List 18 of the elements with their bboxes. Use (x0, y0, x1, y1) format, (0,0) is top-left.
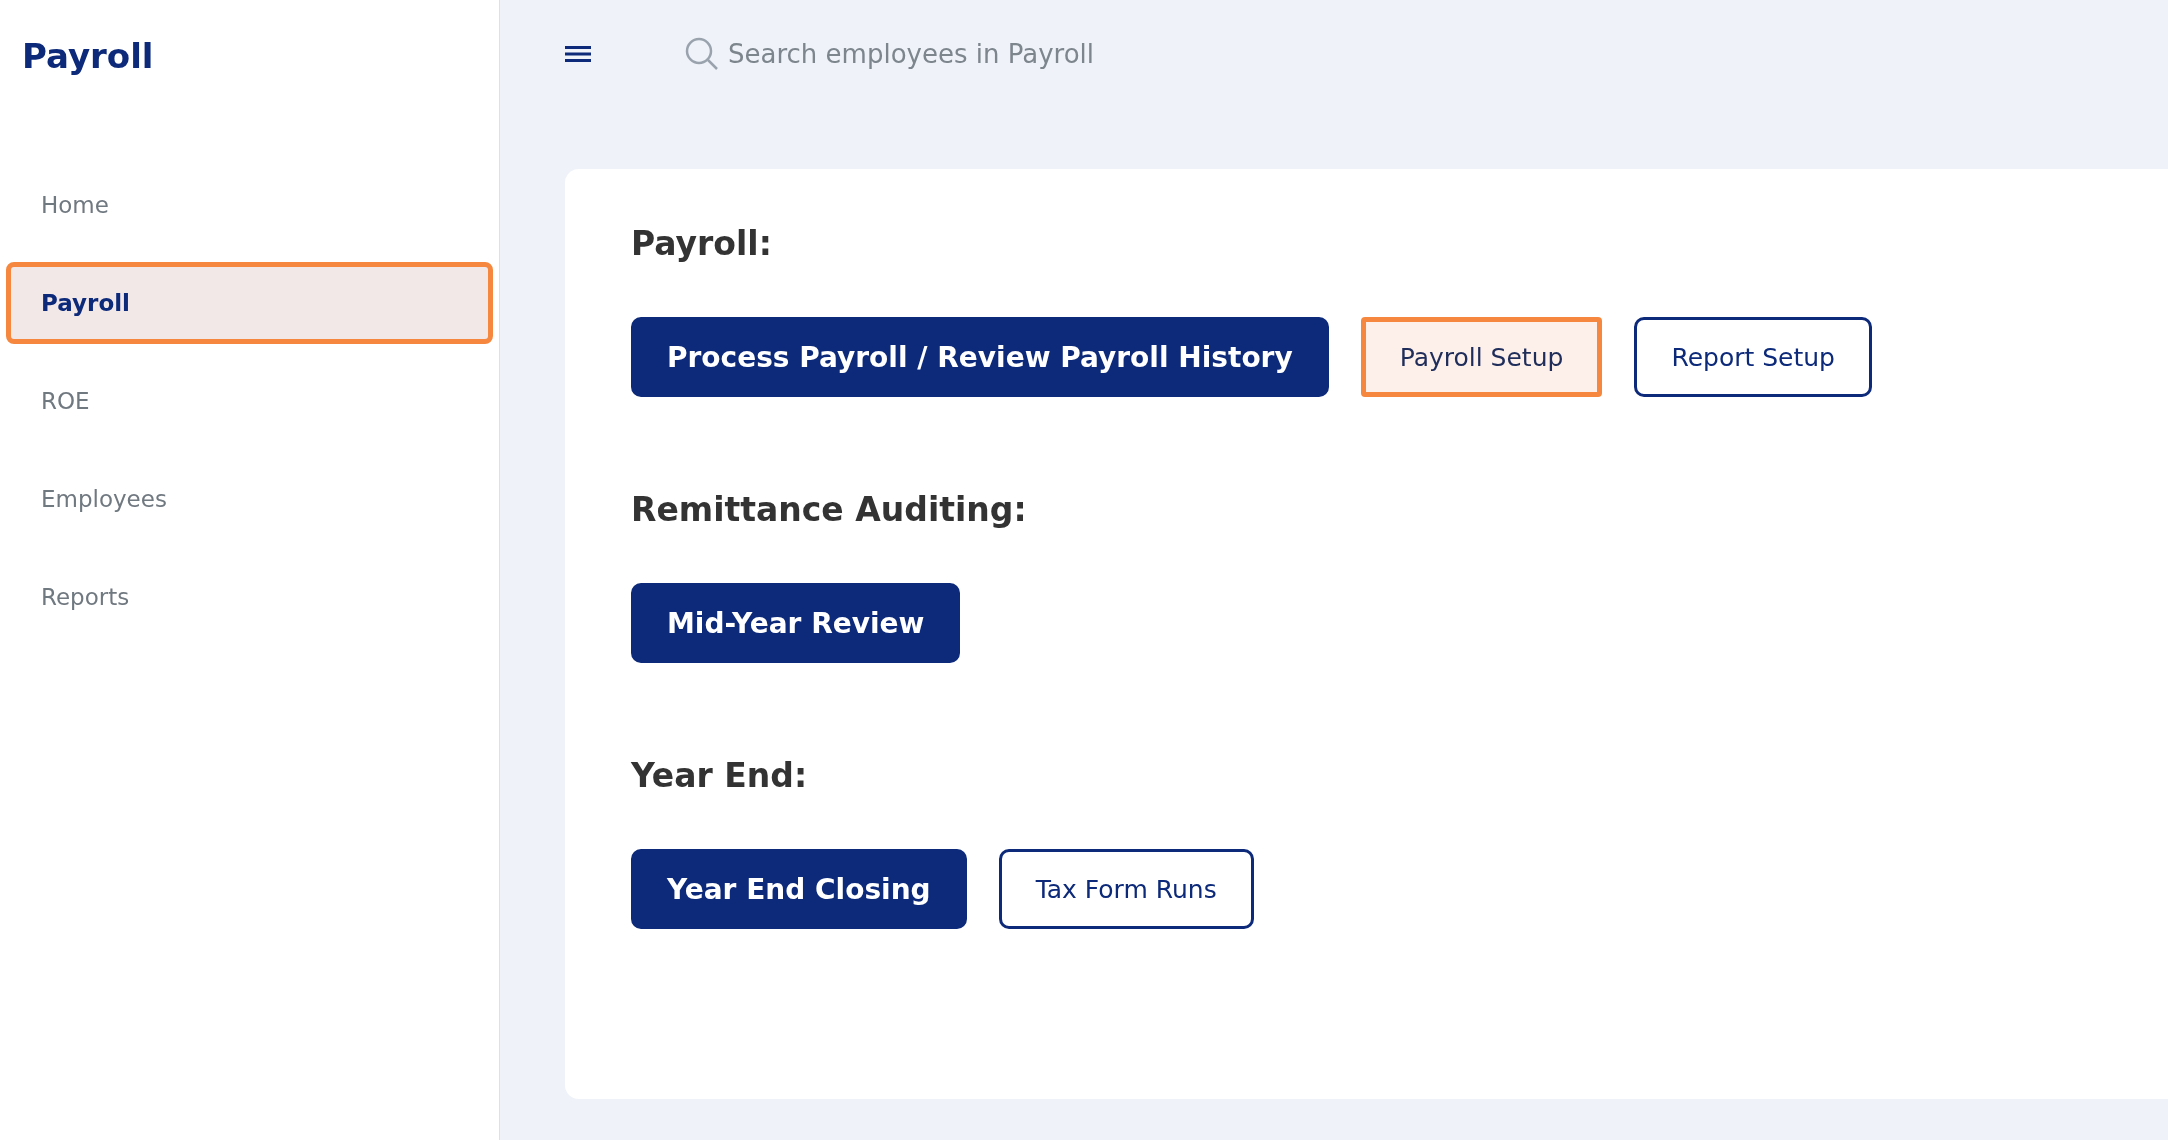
search-icon (684, 36, 720, 72)
app-title: Payroll (21, 35, 155, 78)
sidebar-item[interactable]: Employees (6, 458, 493, 540)
sidebar-item[interactable]: Payroll (6, 262, 493, 344)
section-heading: Remittance Auditing: (631, 489, 1028, 531)
action-button[interactable]: Mid-Year Review (631, 583, 961, 663)
section-heading: Payroll: (631, 223, 773, 265)
action-button[interactable]: Year End Closing (631, 849, 967, 929)
sidebar-item[interactable]: Reports (6, 556, 493, 638)
section-heading: Year End: (631, 755, 809, 797)
menu-icon[interactable] (565, 44, 591, 64)
action-button[interactable]: Report Setup (1634, 317, 1872, 397)
sidebar-item[interactable]: ROE (6, 360, 493, 442)
sidebar-item[interactable]: Home (6, 164, 493, 246)
action-button[interactable]: Payroll Setup (1360, 317, 1603, 397)
search-field[interactable]: Search employees in Payroll (684, 36, 1284, 72)
action-button[interactable]: Tax Form Runs (998, 849, 1254, 929)
action-button[interactable]: Process Payroll / Review Payroll History (631, 317, 1329, 397)
